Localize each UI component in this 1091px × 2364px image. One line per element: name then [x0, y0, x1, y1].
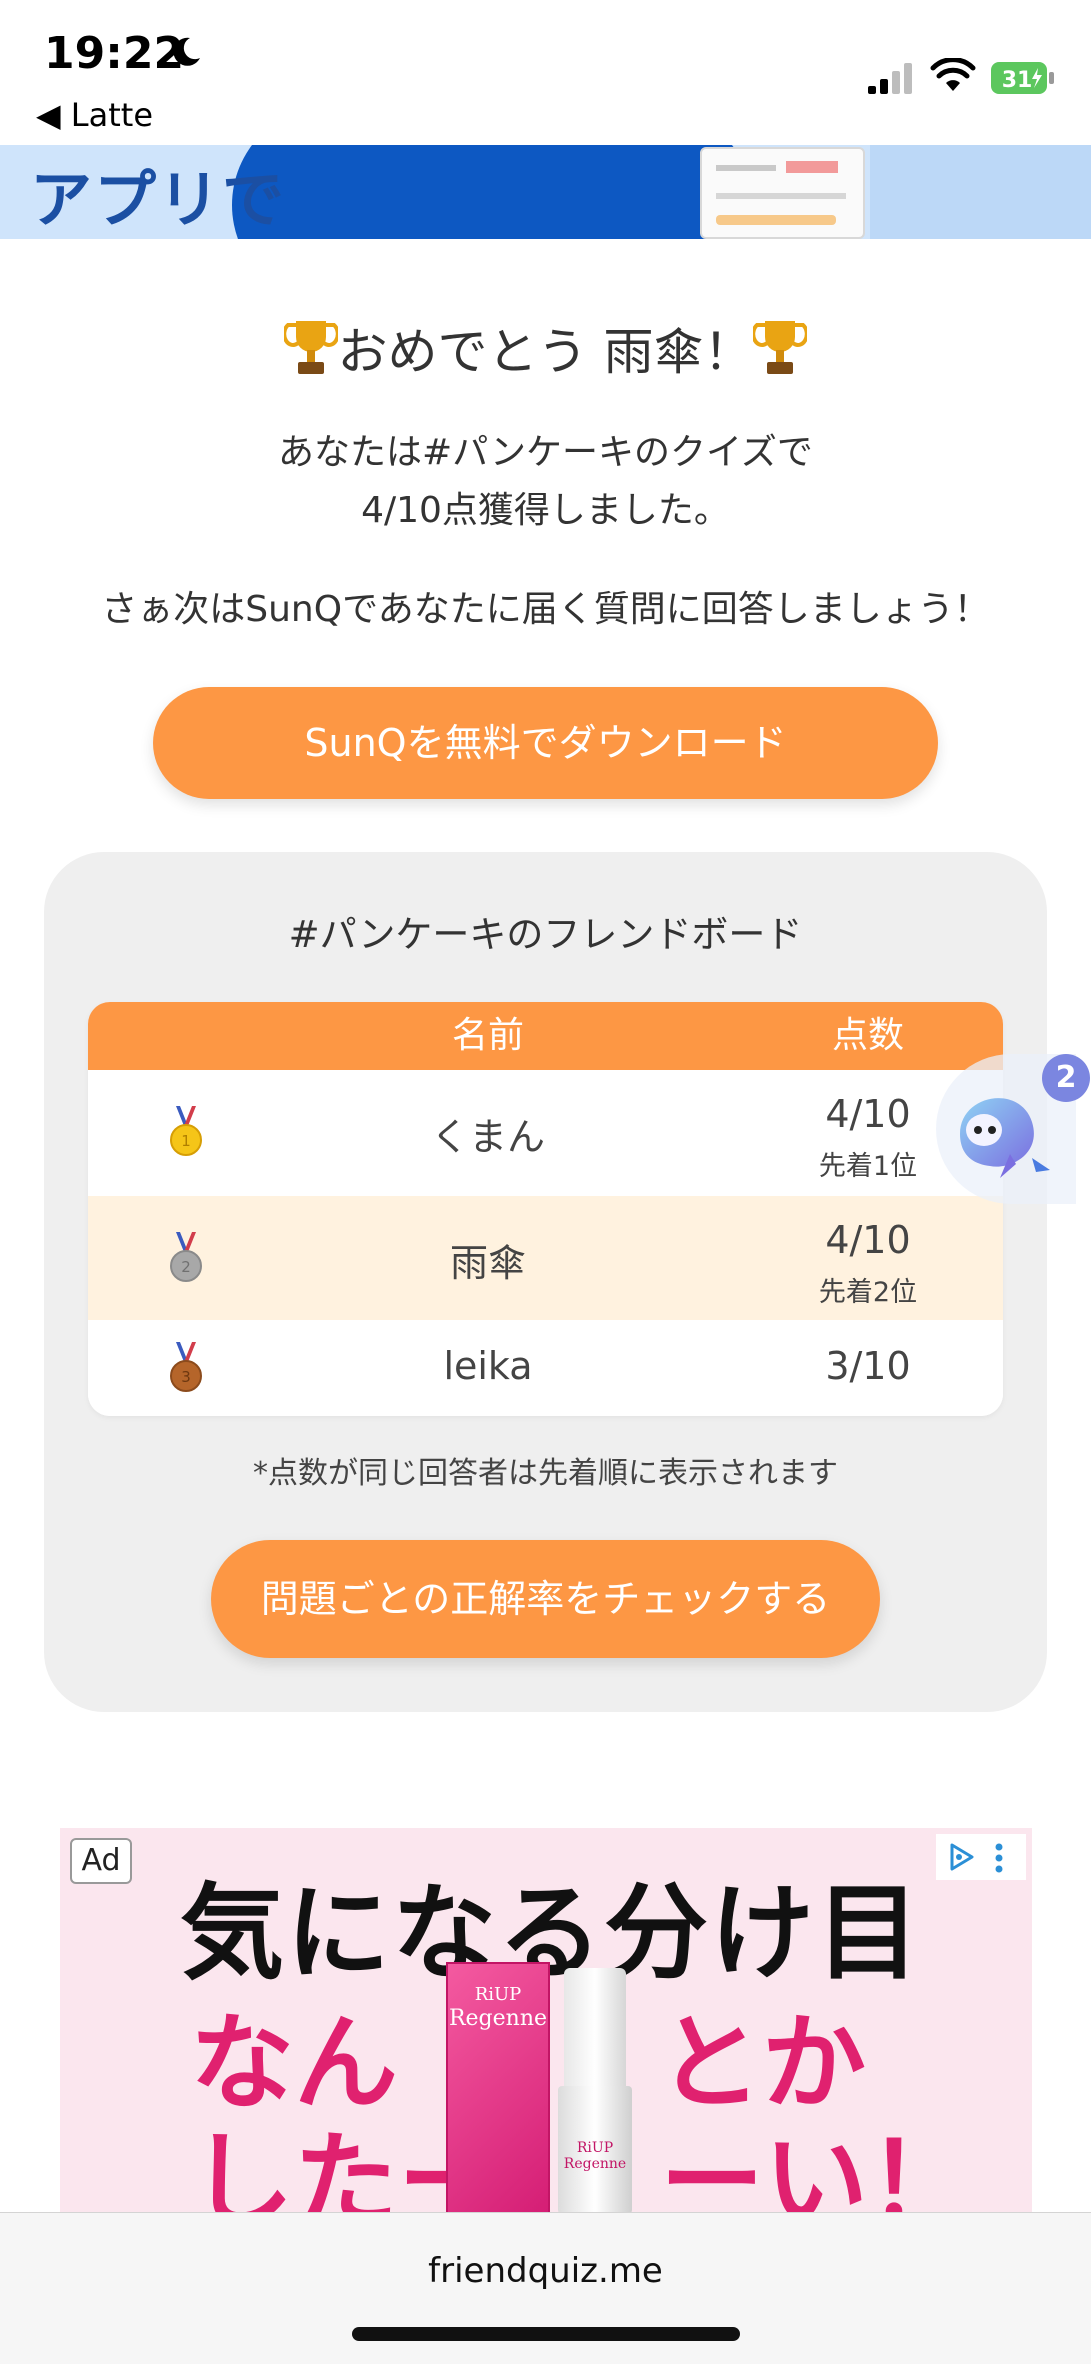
- floating-mascot-button[interactable]: 2: [936, 1054, 1091, 1204]
- promo-banner[interactable]: アプリで: [0, 145, 1091, 239]
- mascot-icon: [960, 1098, 1050, 1178]
- trophy-icon: [283, 321, 338, 374]
- moon-icon: [173, 37, 200, 66]
- player-score: 3/10: [825, 1344, 911, 1388]
- tie-note: *点数が同じ回答者は先着順に表示されます: [253, 1456, 838, 1491]
- board-title: #パンケーキのフレンドボード: [288, 913, 803, 956]
- cellular-signal-icon: [868, 63, 912, 94]
- table-row: 2 雨傘 4/10 先着2位: [88, 1196, 1003, 1320]
- product-brand: RiUP: [474, 1984, 522, 2005]
- home-indicator[interactable]: [352, 2327, 740, 2341]
- status-bar: 19:22 ◀ Latte 31: [0, 0, 1091, 145]
- leaderboard-table: 名前 点数 1 くまん 4/10 先着1位 2 雨傘 4/10 先着2位 3 l…: [88, 1002, 1003, 1416]
- product-name: Regenne: [448, 2006, 548, 2031]
- congrats-text: おめでとう 雨傘！: [337, 323, 754, 381]
- ad-text: ーい！: [660, 2120, 973, 2214]
- bronze-medal-icon: 3: [170, 1342, 202, 1392]
- notification-badge: 2: [1042, 1054, 1090, 1102]
- battery-icon: 31: [991, 62, 1054, 94]
- table-row: 3 leika 3/10: [88, 1320, 1003, 1416]
- ad-headline: 気になる分け目: [180, 1872, 923, 1994]
- url-text[interactable]: friendquiz.me: [0, 2251, 1091, 2291]
- banner-background: [870, 145, 1091, 239]
- banner-graphic: [232, 145, 752, 239]
- browser-url-bar[interactable]: friendquiz.me: [0, 2212, 1091, 2364]
- adchoices-icon[interactable]: [946, 1842, 976, 1872]
- player-score: 4/10: [825, 1218, 911, 1262]
- ad-choices[interactable]: [936, 1834, 1026, 1880]
- svg-text:2: 2: [181, 1258, 191, 1276]
- column-header-name: 名前: [451, 1015, 524, 1056]
- banner-phone-mockup: [700, 147, 865, 239]
- congrats-title: おめでとう 雨傘！: [0, 312, 1091, 384]
- clock-time: 19:22: [44, 28, 185, 79]
- wifi-icon: [930, 58, 976, 91]
- svg-text:1: 1: [181, 1132, 191, 1150]
- silver-medal-icon: 2: [170, 1232, 202, 1282]
- player-name: 雨傘: [449, 1241, 526, 1285]
- gold-medal-icon: 1: [170, 1106, 202, 1156]
- table-row: 1 くまん 4/10 先着1位: [88, 1070, 1003, 1196]
- result-text: あなたは#パンケーキのクイズで 4/10点獲得しました。: [0, 424, 1091, 540]
- product-bottle-image: RiUP Regenne: [558, 1968, 632, 2214]
- banner-text: アプリで: [30, 163, 287, 236]
- product-box-image: RiUP Regenne: [446, 1962, 550, 2214]
- player-name: くまん: [430, 1115, 545, 1159]
- download-sunq-button[interactable]: SunQを無料でダウンロード: [153, 687, 938, 799]
- advertisement[interactable]: Ad 気になる分け目 なん とか したー ーい！ RiUP Regenne Ri…: [60, 1828, 1032, 2214]
- battery-level: 31: [1002, 68, 1033, 93]
- table-header: 名前 点数: [88, 1002, 1003, 1070]
- result-line-1: あなたは#パンケーキのクイズで: [278, 432, 813, 473]
- back-to-app-link[interactable]: ◀ Latte: [36, 96, 153, 134]
- check-accuracy-button[interactable]: 問題ごとの正解率をチェックする: [211, 1540, 880, 1658]
- next-step-text: さぁ次はSunQであなたに届く質問に回答しましょう！: [101, 589, 990, 630]
- bottle-label: RiUP Regenne: [563, 2140, 627, 2172]
- friend-board: #パンケーキのフレンドボード 名前 点数 1 くまん 4/10 先着1位 2 雨…: [44, 852, 1047, 1712]
- player-order: 先着2位: [818, 1277, 918, 1308]
- trophy-icon: [753, 321, 808, 374]
- ad-label: Ad: [70, 1838, 132, 1884]
- player-name: leika: [443, 1344, 533, 1388]
- svg-text:3: 3: [181, 1368, 191, 1386]
- result-line-2: 4/10点獲得しました。: [361, 490, 730, 531]
- ad-menu-icon[interactable]: [994, 1842, 1004, 1874]
